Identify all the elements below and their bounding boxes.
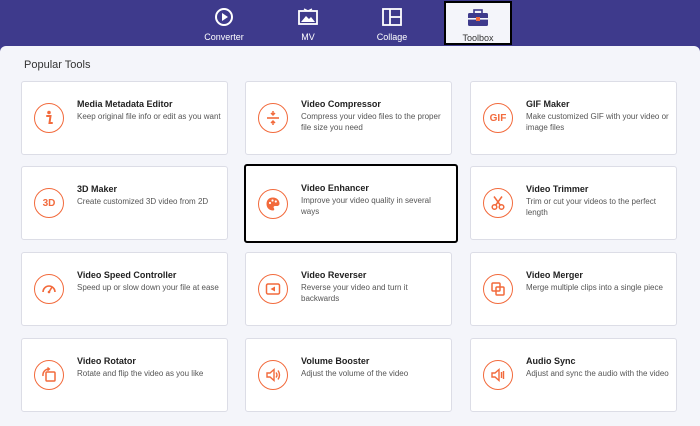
tool-card-video-compressor[interactable]: Video Compressor Compress your video fil…: [245, 81, 452, 155]
collage-icon: [382, 7, 402, 27]
tool-card-3d-maker[interactable]: 3D 3D Maker Create customized 3D video f…: [21, 166, 228, 240]
toolbox-panel: Popular Tools Media Metadata Editor Keep…: [0, 46, 700, 426]
tool-title: 3D Maker: [77, 184, 118, 194]
tool-title: Video Rotator: [77, 356, 136, 366]
tab-toolbox[interactable]: Toolbox: [444, 1, 512, 45]
tool-description: Adjust and sync the audio with the video: [526, 369, 669, 378]
tool-card-gif-maker[interactable]: GIF GIF Maker Make customized GIF with y…: [470, 81, 677, 155]
rewind-icon: [258, 274, 288, 304]
converter-icon: [214, 7, 234, 27]
tool-card-volume-booster[interactable]: Volume Booster Adjust the volume of the …: [245, 338, 452, 412]
info-icon: [34, 103, 64, 133]
tool-description: Keep original file info or edit as you w…: [77, 112, 221, 121]
scissors-icon: [483, 188, 513, 218]
tool-card-video-speed-controller[interactable]: Video Speed Controller Speed up or slow …: [21, 252, 228, 326]
tool-card-video-enhancer[interactable]: Video Enhancer Improve your video qualit…: [244, 164, 458, 243]
rotate-icon: [34, 360, 64, 390]
tool-card-video-trimmer[interactable]: Video Trimmer Trim or cut your videos to…: [470, 166, 677, 240]
tool-description: Make customized GIF with your video or i…: [526, 112, 669, 132]
tool-description: Speed up or slow down your file at ease: [77, 283, 219, 292]
tool-description: Trim or cut your videos to the perfect l…: [526, 197, 656, 217]
tool-title: Video Trimmer: [526, 184, 589, 194]
tool-description: Rotate and flip the video as you like: [77, 369, 204, 378]
tool-card-audio-sync[interactable]: Audio Sync Adjust and sync the audio wit…: [470, 338, 677, 412]
merge-icon: [483, 274, 513, 304]
volume-icon: [258, 360, 288, 390]
section-title: Popular Tools: [24, 59, 91, 71]
mv-icon: [298, 7, 318, 27]
tool-description: Improve your video quality in several wa…: [301, 196, 431, 216]
tool-title: Audio Sync: [526, 356, 576, 366]
tool-title: GIF Maker: [526, 99, 570, 109]
tab-toolbox-label: Toolbox: [462, 33, 494, 43]
gif-icon: GIF: [483, 103, 513, 133]
speedometer-icon: [34, 274, 64, 304]
tab-converter-label: Converter: [204, 32, 244, 42]
tool-description: Create customized 3D video from 2D: [77, 197, 209, 206]
palette-icon: [258, 189, 288, 219]
tool-title: Video Reverser: [301, 270, 367, 280]
tool-card-video-merger[interactable]: Video Merger Merge multiple clips into a…: [470, 252, 677, 326]
tool-title: Volume Booster: [301, 356, 370, 366]
compress-icon: [258, 103, 288, 133]
toolbox-icon: [467, 8, 489, 28]
audio-sync-icon: [483, 360, 513, 390]
tool-title: Video Compressor: [301, 99, 381, 109]
tab-collage-label: Collage: [376, 32, 408, 42]
3d-icon: 3D: [34, 188, 64, 218]
tab-mv-label: MV: [301, 32, 315, 42]
tab-mv[interactable]: MV: [282, 0, 334, 46]
tool-card-video-rotator[interactable]: Video Rotator Rotate and flip the video …: [21, 338, 228, 412]
tab-converter[interactable]: Converter: [196, 0, 252, 46]
tool-title: Video Speed Controller: [77, 270, 177, 280]
tool-description: Reverse your video and turn it backwards: [301, 283, 408, 303]
tool-title: Media Metadata Editor: [77, 99, 173, 109]
tool-card-video-reverser[interactable]: Video Reverser Reverse your video and tu…: [245, 252, 452, 326]
tool-card-media-metadata-editor[interactable]: Media Metadata Editor Keep original file…: [21, 81, 228, 155]
tool-description: Merge multiple clips into a single piece: [526, 283, 663, 292]
tool-description: Adjust the volume of the video: [301, 369, 409, 378]
tool-title: Video Merger: [526, 270, 583, 280]
top-navigation: Converter MV Collage Toolbox: [0, 0, 700, 46]
tool-description: Compress your video files to the proper …: [301, 112, 441, 132]
tool-title: Video Enhancer: [301, 183, 369, 193]
tab-collage[interactable]: Collage: [366, 0, 418, 46]
